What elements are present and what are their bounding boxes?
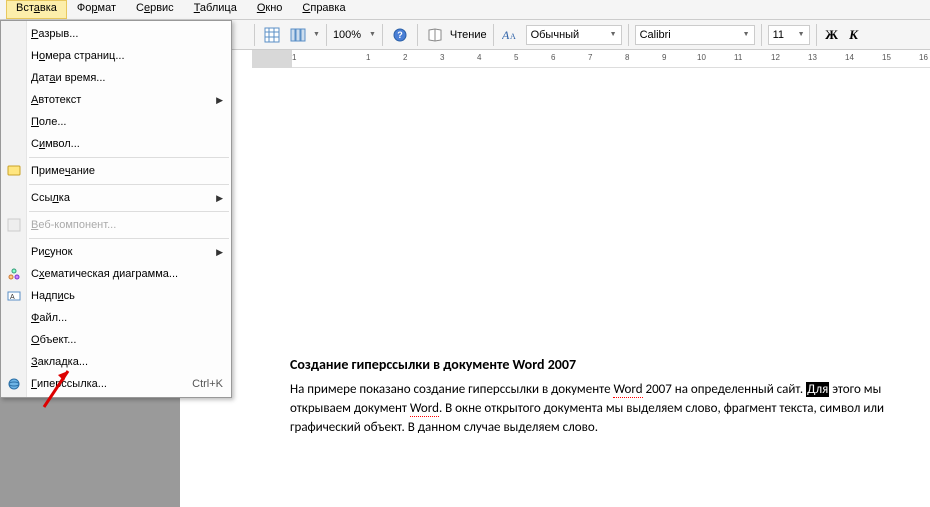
menu-item-break[interactable]: Разрыв... [1, 23, 231, 45]
font-size-value: 11 [773, 29, 798, 41]
menu-item-date-time[interactable]: Дата и время... [1, 67, 231, 89]
selected-text: Для [806, 382, 829, 397]
menu-item-page-numbers[interactable]: Номера страниц... [1, 45, 231, 67]
font-size-selector[interactable]: 11 ▼ [768, 25, 810, 45]
menu-item-object[interactable]: Объект... [1, 329, 231, 351]
style-value: Обычный [531, 29, 610, 41]
bold-button[interactable]: Ж [823, 27, 841, 43]
svg-text:A: A [10, 294, 15, 301]
svg-text:A: A [510, 32, 516, 41]
font-value: Calibri [640, 29, 743, 41]
chevron-down-icon[interactable]: ▼ [369, 31, 376, 38]
ruler: 1 1 2 3 4 5 6 7 8 9 10 11 12 13 14 15 16 [252, 50, 930, 68]
style-selector[interactable]: Обычный ▼ [526, 25, 622, 45]
insert-table-icon[interactable] [261, 24, 283, 46]
menu-help[interactable]: Справка [292, 0, 355, 19]
svg-text:?: ? [397, 30, 403, 40]
menu-item-comment[interactable]: Примечание [1, 160, 231, 182]
menu-table[interactable]: Таблица [184, 0, 247, 19]
menu-item-symbol[interactable]: Символ... [1, 133, 231, 155]
help-icon[interactable]: ? [389, 24, 411, 46]
menu-item-hyperlink[interactable]: Гиперссылка...Ctrl+K [1, 373, 231, 395]
style-pane-icon[interactable]: AA [500, 24, 522, 46]
dropdown-arrow-icon[interactable]: ▼ [313, 31, 320, 38]
menu-item-reference[interactable]: Ссылка▶ [1, 187, 231, 209]
hyperlink-icon [5, 375, 23, 393]
document-content[interactable]: Создание гиперссылки в документе Word 20… [290, 355, 922, 438]
annotation-arrow-icon [38, 365, 78, 416]
menu-item-diagram[interactable]: Схематическая диаграмма... [1, 263, 231, 285]
menu-insert[interactable]: Вставка [6, 0, 67, 19]
menu-item-autotext[interactable]: Автотекст▶ [1, 89, 231, 111]
menu-item-field[interactable]: Поле... [1, 111, 231, 133]
font-selector[interactable]: Calibri ▼ [635, 25, 755, 45]
zoom-control[interactable]: 100% ▼ [333, 29, 376, 41]
insert-menu-dropdown: Разрыв... Номера страниц... Дата и время… [0, 20, 232, 398]
note-icon [5, 162, 23, 180]
menu-tools[interactable]: Сервис [126, 0, 184, 19]
svg-text:A: A [502, 28, 510, 42]
document-heading: Создание гиперссылки в документе Word 20… [290, 355, 922, 375]
menubar: Вставка Формат Сервис Таблица Окно Справ… [0, 0, 930, 20]
menu-format[interactable]: Формат [67, 0, 126, 19]
italic-button[interactable]: К [845, 27, 863, 43]
columns-icon[interactable] [287, 24, 309, 46]
menu-item-file[interactable]: Файл... [1, 307, 231, 329]
reading-label[interactable]: Чтение [450, 29, 487, 41]
chevron-down-icon[interactable]: ▼ [798, 31, 805, 38]
menu-item-textbox[interactable]: A Надпись [1, 285, 231, 307]
reading-view-icon[interactable] [424, 24, 446, 46]
zoom-value: 100% [333, 29, 367, 41]
diagram-icon [5, 265, 23, 283]
menu-window[interactable]: Окно [247, 0, 293, 19]
shortcut-label: Ctrl+K [192, 378, 223, 390]
textbox-icon: A [5, 287, 23, 305]
menu-item-picture[interactable]: Рисунок▶ [1, 241, 231, 263]
document-body: На примере показано создание гиперссылки… [290, 381, 922, 438]
chevron-down-icon[interactable]: ▼ [743, 31, 750, 38]
menu-item-web-component: Веб-компонент... [1, 214, 231, 236]
menu-item-bookmark[interactable]: Закладка... [1, 351, 231, 373]
chevron-down-icon[interactable]: ▼ [610, 31, 617, 38]
web-component-icon [5, 216, 23, 234]
